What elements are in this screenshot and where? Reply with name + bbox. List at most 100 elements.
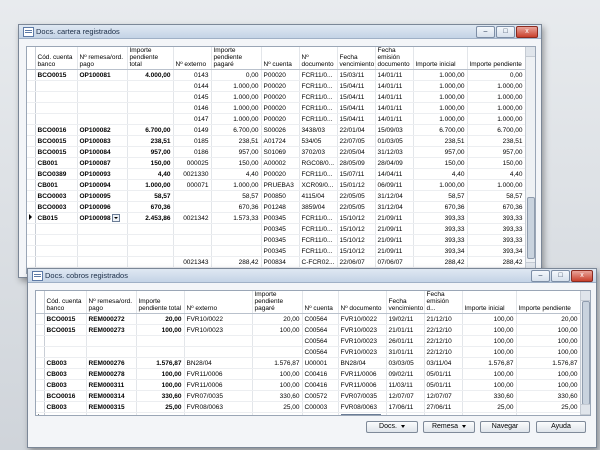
column-header[interactable]: Importe pendiente pagaré <box>252 291 303 314</box>
table-cell[interactable]: 330,60 <box>516 390 581 402</box>
row-indicator[interactable] <box>27 102 36 114</box>
column-header[interactable]: Importe pendiente total <box>127 47 174 70</box>
table-cell[interactable]: 03/11/04 <box>424 357 463 369</box>
table-cell[interactable]: BCO0016 <box>44 412 87 415</box>
table-cell[interactable] <box>35 80 78 92</box>
table-cell[interactable]: 1.000,00 <box>211 179 262 191</box>
table-cell[interactable]: OP100084 <box>77 146 128 158</box>
column-header[interactable]: Importe inicial <box>413 47 468 70</box>
table-cell[interactable]: 1.000,00 <box>211 91 262 103</box>
table-cell[interactable] <box>136 346 185 358</box>
table-cell[interactable]: 15/09/03 <box>375 124 414 136</box>
table-cell[interactable]: 03/03/05 <box>386 357 425 369</box>
table-cell[interactable]: 100,00 <box>462 324 517 336</box>
table-cell[interactable]: FVR11/0006 <box>184 368 253 380</box>
table-cell[interactable]: CB003 <box>44 379 87 391</box>
table-cell[interactable]: BCO0015 <box>44 324 87 336</box>
cobros-vertical-scrollbar[interactable] <box>580 291 590 415</box>
table-cell[interactable] <box>77 223 128 235</box>
table-cell[interactable] <box>77 102 128 114</box>
table-cell[interactable]: 150,00 <box>467 157 526 169</box>
ayuda-button[interactable]: Ayuda <box>536 421 586 433</box>
table-cell[interactable]: 1.000,00 <box>211 113 262 125</box>
table-cell[interactable]: REM000276 <box>86 357 137 369</box>
table-cell[interactable]: 393,33 <box>467 212 526 224</box>
table-cell[interactable]: 238,51 <box>211 135 262 147</box>
table-cell[interactable]: BN28/04 <box>184 357 253 369</box>
table-cell[interactable]: 957,00 <box>127 146 174 158</box>
table-cell[interactable]: FCR11/0... <box>299 212 338 224</box>
table-row[interactable]: 0144 1.000,00 P00020 FCR11/0... 15/04/11 14/0… <box>27 80 526 92</box>
table-cell[interactable]: 22/01/04 <box>337 124 376 136</box>
table-cell[interactable]: 238,51 <box>467 135 526 147</box>
table-row[interactable]: BCO0015 REM000273 100,00 FVR10/0023 100,00 C0… <box>36 324 581 336</box>
table-cell[interactable]: BCO0389 <box>35 168 78 180</box>
row-indicator[interactable] <box>36 368 45 380</box>
table-cell[interactable]: 21/09/11 <box>375 234 414 246</box>
table-cell[interactable] <box>127 245 174 257</box>
table-cell[interactable] <box>136 335 185 347</box>
row-indicator[interactable] <box>27 146 36 158</box>
table-cell[interactable] <box>211 234 262 246</box>
table-cell[interactable]: 14/01/11 <box>375 113 414 125</box>
table-cell[interactable]: 0146 <box>173 102 212 114</box>
column-header[interactable]: Importe pendiente total <box>136 291 185 314</box>
table-cell[interactable]: C-FCR02... <box>299 256 338 268</box>
table-cell[interactable]: FVR07/0056 <box>338 412 387 415</box>
table-cell[interactable] <box>173 190 212 202</box>
table-cell[interactable]: BCO0015 <box>35 135 78 147</box>
table-cell[interactable]: CB015 <box>35 212 78 224</box>
table-cell[interactable]: OP100081 <box>77 69 128 81</box>
table-cell[interactable]: 670,36 <box>413 201 468 213</box>
scroll-thumb[interactable] <box>582 301 590 405</box>
table-cell[interactable]: 1.000,00 <box>413 113 468 125</box>
table-cell[interactable] <box>252 335 303 347</box>
row-indicator[interactable] <box>27 91 36 103</box>
table-cell[interactable] <box>127 102 174 114</box>
table-cell[interactable]: FVR11/0006 <box>338 368 387 380</box>
table-row[interactable]: P00345 FCR11/0... 15/10/12 21/09/11 393,33 39… <box>27 223 526 235</box>
table-cell[interactable]: 100,00 <box>462 346 517 358</box>
table-cell[interactable]: OP100087 <box>77 157 128 169</box>
table-cell[interactable]: 15/01/12 <box>337 179 376 191</box>
table-cell[interactable]: S01069 <box>261 146 300 158</box>
column-header[interactable]: Nº externo <box>184 291 253 314</box>
table-cell[interactable]: C00564 <box>302 346 339 358</box>
table-cell[interactable]: 393,33 <box>467 234 526 246</box>
table-cell[interactable]: 116,70 <box>462 412 517 415</box>
table-row[interactable]: BCO0016 REM000314 330,60 FVR07/0035 330,60 C0… <box>36 390 581 402</box>
table-cell[interactable]: 27/06/11 <box>424 401 463 413</box>
table-cell[interactable]: 1.576,87 <box>252 357 303 369</box>
column-header[interactable]: Nº documento <box>299 47 338 70</box>
table-cell[interactable]: 150,00 <box>413 157 468 169</box>
table-cell[interactable]: 15/04/11 <box>337 80 376 92</box>
table-cell[interactable]: P00345 <box>261 223 300 235</box>
table-cell[interactable]: 100,00 <box>516 335 581 347</box>
table-cell[interactable]: P00345 <box>261 234 300 246</box>
table-cell[interactable]: 14/04/11 <box>375 168 414 180</box>
row-indicator[interactable] <box>27 179 36 191</box>
table-cell[interactable]: FVR07/0056 <box>184 412 253 415</box>
table-cell[interactable]: BCO0015 <box>35 69 78 81</box>
table-cell[interactable]: 01/03/05 <box>375 135 414 147</box>
table-row[interactable]: BCO0015 OP100084 957,00 0186 957,00 S01069 370… <box>27 146 526 158</box>
table-cell[interactable]: 1.000,00 <box>211 80 262 92</box>
table-row[interactable]: BCO0016 OP100082 6.700,00 0149 6.700,00 S0002… <box>27 124 526 136</box>
table-cell[interactable]: 15/04/11 <box>337 102 376 114</box>
row-indicator[interactable] <box>27 168 36 180</box>
table-cell[interactable]: 100,00 <box>136 324 185 336</box>
table-cell[interactable]: 09/02/11 <box>386 368 425 380</box>
table-cell[interactable]: 0147 <box>173 113 212 125</box>
table-cell[interactable]: REM000278 <box>86 368 137 380</box>
table-cell[interactable]: 58,57 <box>413 190 468 202</box>
row-indicator[interactable] <box>36 357 45 369</box>
table-cell[interactable]: 25,00 <box>136 401 185 413</box>
table-row[interactable]: P00345 FCR11/0... 15/10/12 21/09/11 393,34 39… <box>27 245 526 257</box>
table-cell[interactable]: 14/01/11 <box>375 69 414 81</box>
cobros-grid[interactable]: Cód. cuenta banco Nº remesa/ord. pago Impo… <box>35 290 591 416</box>
table-cell[interactable]: C00430 <box>302 412 339 415</box>
table-cell[interactable]: P00345 <box>261 245 300 257</box>
table-cell[interactable]: 6.700,00 <box>211 124 262 136</box>
table-cell[interactable]: A00002 <box>261 157 300 169</box>
table-cell[interactable]: 100,00 <box>252 379 303 391</box>
